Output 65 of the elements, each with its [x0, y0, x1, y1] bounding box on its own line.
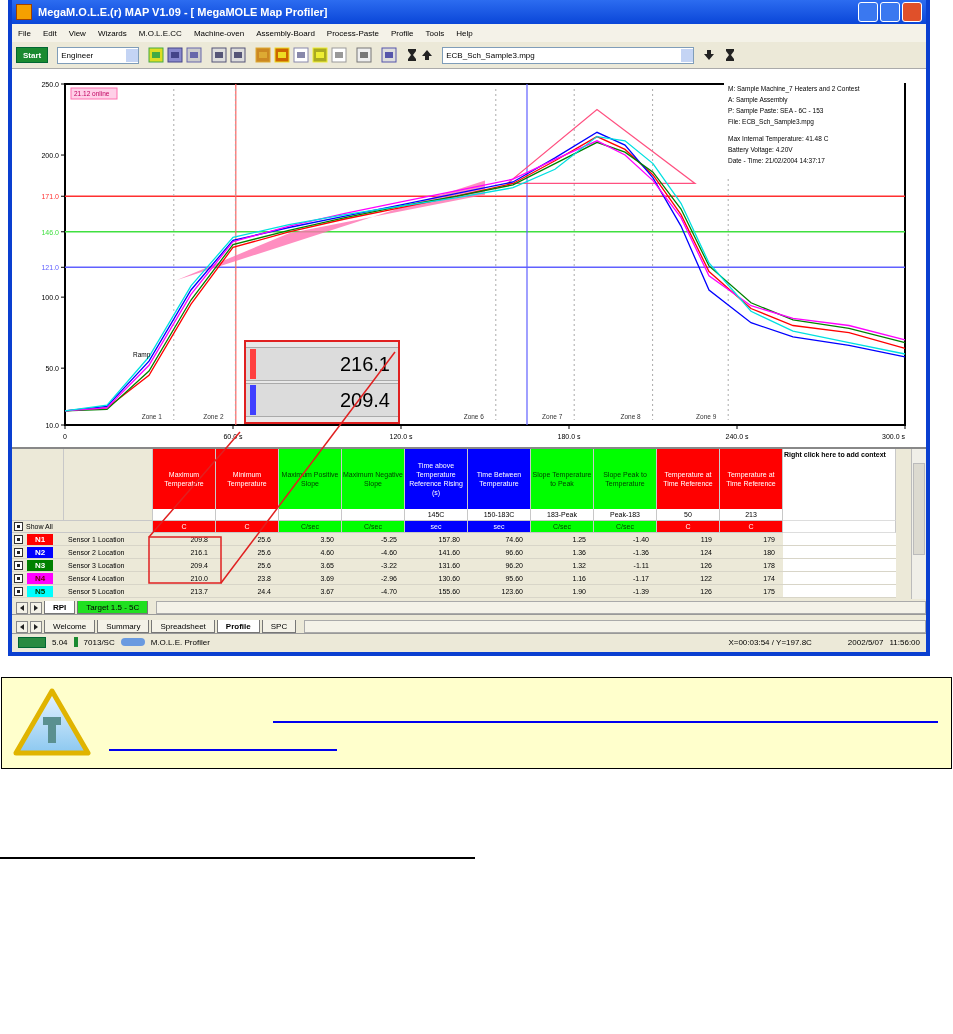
- menu-item[interactable]: File: [18, 28, 31, 38]
- view-tab[interactable]: Welcome: [44, 620, 96, 633]
- scroll-right-button[interactable]: [30, 602, 42, 614]
- menu-item[interactable]: Process-Paste: [326, 28, 379, 38]
- scrollbar[interactable]: [911, 449, 926, 599]
- menu-item[interactable]: Profile: [390, 28, 414, 38]
- status-text: X=00:03:54 / Y=197.8C: [728, 637, 812, 647]
- menu-item[interactable]: M.O.L.E.CC: [138, 28, 182, 38]
- left-arrow-icon: [19, 605, 25, 611]
- limit-cell: [153, 509, 216, 521]
- hourglass-icon[interactable]: [406, 47, 419, 63]
- menu-item[interactable]: Wizards: [97, 28, 127, 38]
- menu-item[interactable]: Edit: [42, 28, 57, 38]
- scroll-left-button[interactable]: [16, 602, 28, 614]
- hourglass-icon[interactable]: [724, 47, 737, 63]
- sensor-badge: N4: [27, 572, 53, 584]
- view-tab[interactable]: SPC: [261, 620, 297, 633]
- view-tab[interactable]: Spreadsheet: [151, 620, 215, 633]
- row-checkbox[interactable]: [14, 534, 23, 544]
- menu-item[interactable]: Machine-oven: [193, 28, 245, 38]
- file-dropdown[interactable]: ECB_Sch_Sample3.mpg: [442, 46, 695, 64]
- right-arrow-icon: [33, 624, 39, 630]
- table-cell: [12, 509, 64, 521]
- start-button[interactable]: Start: [16, 47, 49, 63]
- tip-icon: [12, 687, 92, 759]
- view-tab[interactable]: Profile: [216, 620, 260, 633]
- menu-item[interactable]: Assembly-Board: [256, 28, 315, 38]
- battery-icon: [18, 636, 46, 648]
- user-dropdown[interactable]: Engineer: [57, 46, 140, 64]
- view-tab[interactable]: Summary: [97, 620, 150, 633]
- status-text: 7013/SC: [83, 637, 115, 647]
- maximize-button[interactable]: [880, 2, 900, 22]
- scroll-right-button[interactable]: [30, 621, 42, 633]
- sheet-tab[interactable]: RPI: [44, 601, 76, 614]
- show-all-checkbox[interactable]: [14, 522, 23, 531]
- scroll-left-button[interactable]: [16, 621, 28, 633]
- row-checkbox[interactable]: [14, 560, 23, 570]
- limit-cell: [279, 509, 342, 521]
- app-icon: [16, 4, 32, 20]
- scrollbar[interactable]: [304, 620, 926, 633]
- minimize-button[interactable]: [858, 2, 878, 22]
- close-button[interactable]: [902, 2, 922, 22]
- limit-cell: [216, 509, 279, 521]
- sheet-tab[interactable]: Target 1.5 - 5C: [77, 601, 149, 614]
- menu-item[interactable]: Help: [456, 28, 473, 38]
- probe-icon: [73, 637, 78, 647]
- scrollbar[interactable]: [156, 601, 926, 614]
- connection-icon: [120, 638, 145, 646]
- status-text: 5.04: [52, 637, 68, 647]
- row-checkbox[interactable]: [14, 586, 23, 596]
- row-checkbox[interactable]: [14, 547, 23, 557]
- limit-cell: [342, 509, 405, 521]
- sensor-badge: N3: [27, 559, 53, 571]
- window-title: MegaM.O.L.E.(r) MAP V1.09 - [ MegaMOLE Map Profiler]: [38, 6, 329, 18]
- status-text: 2002/5/07: [847, 637, 884, 647]
- status-text: M.O.L.E. Profiler: [150, 637, 210, 647]
- right-arrow-icon: [33, 605, 39, 611]
- sensor-badge: N5: [27, 585, 53, 597]
- sensor-badge: N1: [27, 533, 53, 545]
- sensor-badge: N2: [27, 546, 53, 558]
- menu-item[interactable]: Tools: [425, 28, 445, 38]
- menu-item[interactable]: View: [68, 28, 86, 38]
- left-arrow-icon: [19, 624, 25, 630]
- row-checkbox[interactable]: [14, 573, 23, 583]
- status-text: 11:56:00: [889, 637, 920, 647]
